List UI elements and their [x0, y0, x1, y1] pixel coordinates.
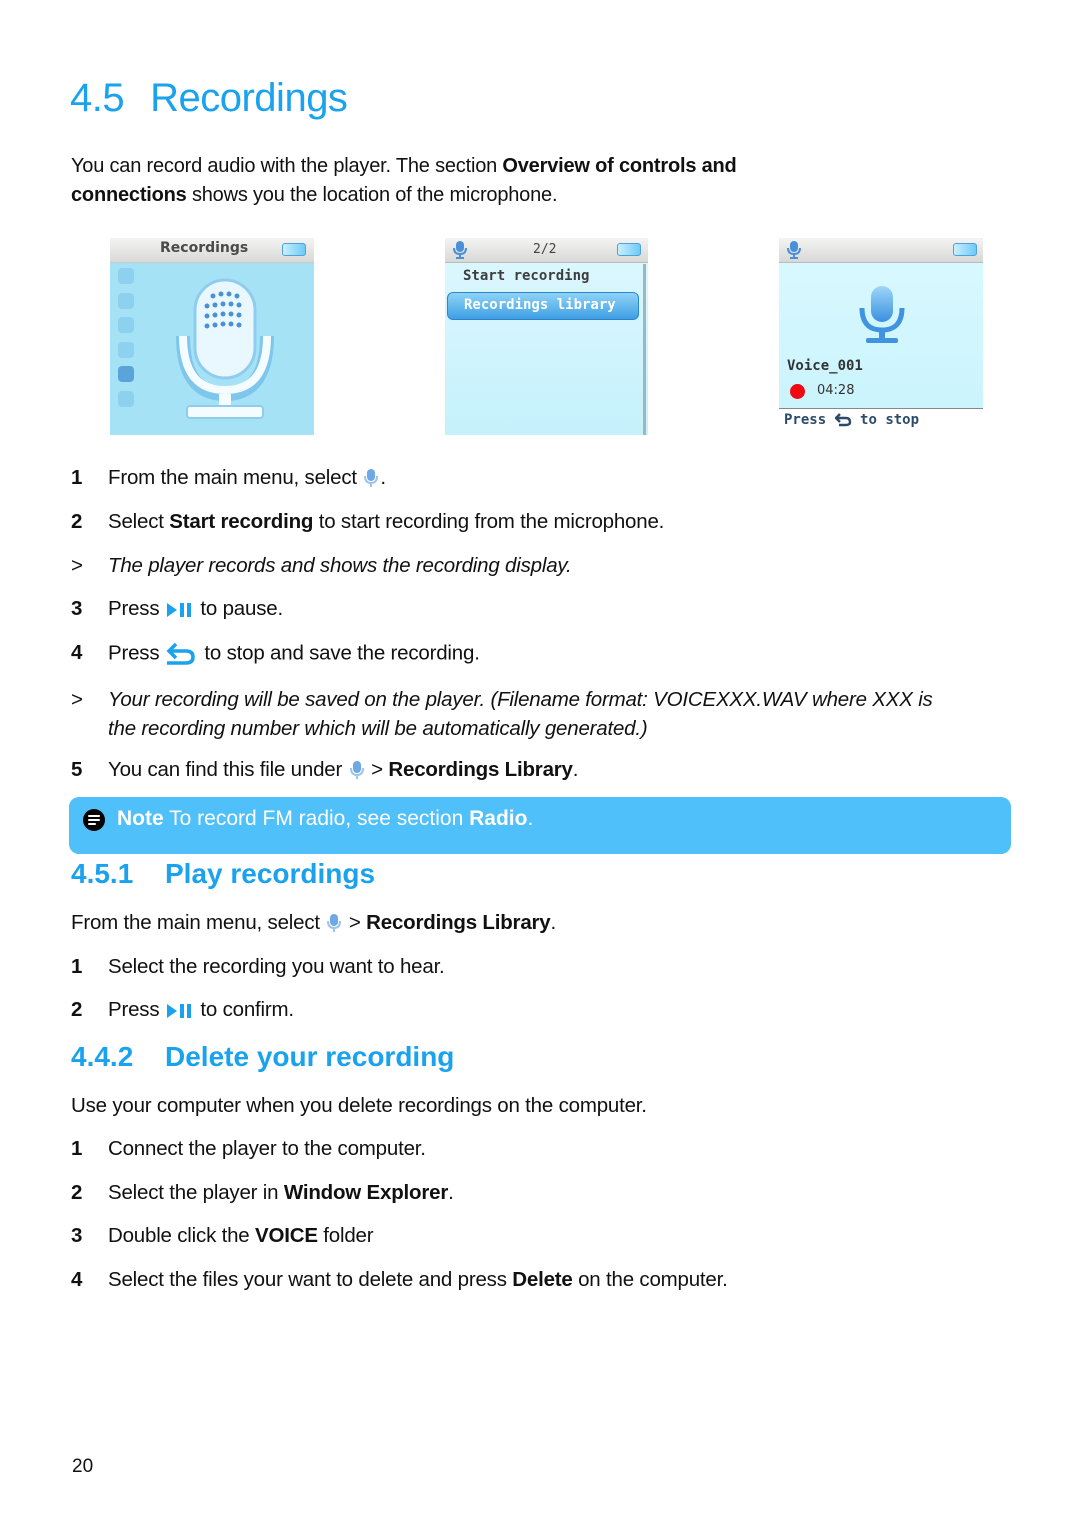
- delete-step-4: 4 Select the files your want to delete an…: [71, 1268, 728, 1291]
- step-3: 3 Press to pause.: [71, 597, 283, 620]
- large-microphone-icon: [176, 278, 274, 419]
- link-radio: Radio: [469, 807, 528, 830]
- music-icon: [118, 268, 134, 284]
- video-icon: [118, 317, 134, 333]
- step-2: 2 Select Start recording to start recordi…: [71, 510, 665, 533]
- step-4: 4 Press to stop and save the recording.: [71, 641, 480, 667]
- step-1: 1 From the main menu, select .: [71, 466, 386, 489]
- screen-title-bar: Recordings: [110, 238, 314, 263]
- record-indicator-icon: [790, 384, 805, 399]
- play-intro: From the main menu, select > Recordings …: [71, 911, 557, 934]
- battery-icon: [953, 243, 977, 256]
- settings-icon: [118, 390, 134, 407]
- section-title: Recordings: [150, 76, 348, 120]
- step-5: 5 You can find this file under > Recordin…: [71, 758, 579, 781]
- microphone-icon: [364, 468, 379, 487]
- scrollbar: [643, 264, 646, 435]
- play-step-1: 1 Select the recording you want to hear.: [71, 955, 445, 978]
- battery-icon: [282, 243, 306, 256]
- microphone-icon: [859, 286, 905, 343]
- play-step-2: 2 Press to confirm.: [71, 998, 294, 1021]
- subsection-heading-play: 4.5.1 Play recordings: [71, 858, 376, 889]
- screenshot-main-menu: Recordings: [110, 238, 314, 435]
- menu-icon-column: [118, 268, 136, 415]
- delete-intro: Use your computer when you delete record…: [71, 1094, 647, 1117]
- back-icon: [834, 413, 851, 427]
- note-icon: [83, 809, 105, 831]
- menu-item-recordings-library: Recordings library: [447, 292, 639, 320]
- play-pause-icon: [166, 602, 191, 617]
- screen-title-bar: 2/2: [445, 238, 648, 263]
- microphone-icon: [349, 760, 364, 779]
- screenshot-recordings-menu: 2/2 Start recording Recordings library: [445, 238, 648, 435]
- microphone-icon: [787, 241, 801, 259]
- screen-title-bar: [779, 238, 983, 263]
- radio-icon: [118, 341, 134, 358]
- delete-step-3: 3 Double click the VOICE folder: [71, 1224, 374, 1247]
- link-overview-controls: Overview of controls and: [502, 155, 737, 177]
- play-pause-icon: [166, 1003, 191, 1018]
- page-indicator: 2/2: [533, 242, 557, 257]
- intro-paragraph: You can record audio with the player. Th…: [71, 155, 737, 206]
- back-icon: [166, 642, 195, 665]
- recording-filename: Voice_001: [787, 358, 863, 374]
- photo-icon: [118, 292, 134, 309]
- note-text: Note To record FM radio, see section Rad…: [117, 807, 534, 830]
- microphone-icon: [327, 913, 342, 932]
- battery-icon: [617, 243, 641, 256]
- menu-item-start-recording: Start recording: [463, 268, 590, 284]
- microphone-icon: [453, 241, 467, 259]
- delete-step-1: 1 Connect the player to the computer.: [71, 1137, 426, 1160]
- note-box: Note To record FM radio, see section Rad…: [69, 797, 1011, 854]
- step-result-2: > Your recording will be saved on the pla…: [71, 688, 933, 740]
- screen-title: Recordings: [160, 240, 249, 256]
- section-number: 4.5: [70, 76, 125, 120]
- delete-step-2: 2 Select the player in Window Explorer.: [71, 1181, 454, 1204]
- recording-elapsed-time: 04:28: [817, 383, 855, 398]
- section-heading: 4.5 Recordings: [70, 76, 348, 121]
- page-number: 20: [72, 1456, 94, 1477]
- microphone-icon: [118, 366, 134, 382]
- stop-hint: Press to stop: [784, 412, 920, 428]
- subsection-heading-delete: 4.4.2 Delete your recording: [71, 1041, 455, 1072]
- step-result-1: > The player records and shows the record…: [71, 554, 572, 577]
- screenshot-recording-display: Voice_001 04:28 Press to stop: [779, 238, 983, 436]
